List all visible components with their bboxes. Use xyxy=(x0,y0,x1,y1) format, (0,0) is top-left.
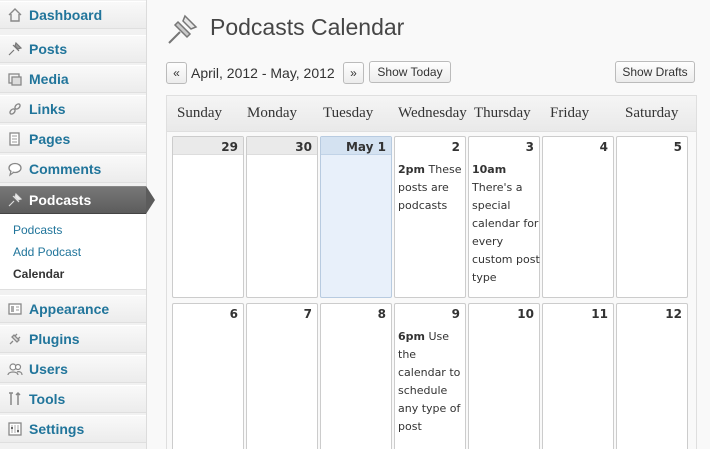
day-number: May 1 xyxy=(345,140,386,154)
pushpin-icon xyxy=(6,40,24,58)
day-number: 6 xyxy=(229,307,238,321)
menu-pages[interactable]: Pages xyxy=(0,125,146,153)
day-cell[interactable]: 3 10am There's a special calendar for eve… xyxy=(468,136,540,298)
day-number: 8 xyxy=(377,307,386,321)
day-cell[interactable]: 12 xyxy=(616,303,688,449)
day-cell[interactable]: 4 xyxy=(542,136,614,298)
day-cell-today[interactable]: May 1 xyxy=(320,136,392,298)
submenu-add-podcast[interactable]: Add Podcast xyxy=(13,245,81,259)
calendar-grid: Sunday Monday Tuesday Wednesday Thursday… xyxy=(166,95,697,449)
menu-plugins[interactable]: Plugins xyxy=(0,325,146,353)
day-cell[interactable]: 30 xyxy=(246,136,318,298)
links-icon xyxy=(6,100,24,118)
day-header-thursday: Thursday xyxy=(474,105,531,121)
menu-links-label: Links xyxy=(29,101,66,117)
menu-podcasts-label: Podcasts xyxy=(29,192,92,208)
submenu-calendar[interactable]: Calendar xyxy=(13,267,64,281)
day-number: 9 xyxy=(451,307,460,321)
menu-appearance-label: Appearance xyxy=(29,301,110,317)
menu-plugins-label: Plugins xyxy=(29,331,80,347)
show-today-button[interactable]: Show Today xyxy=(369,61,451,83)
day-cell[interactable]: 8 xyxy=(320,303,392,449)
menu-tools-label: Tools xyxy=(29,391,66,407)
day-header-saturday: Saturday xyxy=(625,105,679,121)
calendar-event[interactable]: 2pm These posts are podcasts xyxy=(398,161,466,215)
day-number: 3 xyxy=(525,140,534,154)
event-title: Use the calendar to schedule any type of… xyxy=(398,330,461,433)
menu-users[interactable]: Users xyxy=(0,355,146,383)
calendar-event[interactable]: 6pm Use the calendar to schedule any typ… xyxy=(398,328,466,436)
show-drafts-button[interactable]: Show Drafts xyxy=(615,61,695,83)
settings-icon xyxy=(6,420,24,438)
page-title: Podcasts Calendar xyxy=(210,14,405,40)
event-time: 6pm xyxy=(398,330,425,343)
menu-posts[interactable]: Posts xyxy=(0,35,146,63)
day-cell[interactable]: 7 xyxy=(246,303,318,449)
pages-icon xyxy=(6,130,24,148)
day-header-tuesday: Tuesday xyxy=(323,105,374,121)
menu-tools[interactable]: Tools xyxy=(0,385,146,413)
day-cell[interactable]: 29 xyxy=(172,136,244,298)
admin-sidebar: Dashboard Posts Media Links Pages Commen… xyxy=(0,0,155,449)
prev-month-button[interactable]: « xyxy=(166,62,187,84)
event-title: There's a special calendar for every cus… xyxy=(472,181,540,284)
day-cell[interactable]: 10 xyxy=(468,303,540,449)
day-number: 10 xyxy=(517,307,534,321)
calendar-event[interactable]: 10am There's a special calendar for every… xyxy=(472,161,540,287)
day-cell[interactable]: 2 2pm These posts are podcasts xyxy=(394,136,466,298)
day-number: 4 xyxy=(599,140,608,154)
menu-comments[interactable]: Comments xyxy=(0,155,146,183)
day-header-monday: Monday xyxy=(247,105,297,121)
calendar-header: Sunday Monday Tuesday Wednesday Thursday… xyxy=(167,96,696,132)
menu-comments-label: Comments xyxy=(29,161,102,177)
day-header-sunday: Sunday xyxy=(177,105,222,121)
day-cell[interactable]: 11 xyxy=(542,303,614,449)
menu-media-label: Media xyxy=(29,71,69,87)
menu-settings[interactable]: Settings xyxy=(0,415,146,443)
day-number: 11 xyxy=(591,307,608,321)
day-number: 7 xyxy=(303,307,312,321)
day-header-wednesday: Wednesday xyxy=(398,105,467,121)
submenu-podcasts[interactable]: Podcasts xyxy=(13,223,62,237)
menu-dashboard-label: Dashboard xyxy=(29,7,103,23)
comments-icon xyxy=(6,160,24,178)
users-icon xyxy=(6,360,24,378)
day-number: 30 xyxy=(295,140,312,154)
menu-pages-label: Pages xyxy=(29,131,71,147)
day-number: 5 xyxy=(673,140,682,154)
day-number: 29 xyxy=(221,140,238,154)
menu-posts-label: Posts xyxy=(29,41,68,57)
pushpin-icon xyxy=(166,12,200,46)
day-number: 12 xyxy=(665,307,682,321)
pushpin-icon xyxy=(6,191,24,209)
dashboard-icon xyxy=(6,6,24,24)
day-cell[interactable]: 6 xyxy=(172,303,244,449)
menu-media[interactable]: Media xyxy=(0,65,146,93)
wp-admin-screen: Dashboard Posts Media Links Pages Commen… xyxy=(0,0,710,449)
podcasts-submenu: Podcasts Add Podcast Calendar xyxy=(0,214,146,290)
day-number: 2 xyxy=(451,140,460,154)
date-range-label: April, 2012 - May, 2012 xyxy=(191,65,335,81)
day-cell[interactable]: 5 xyxy=(616,136,688,298)
event-time: 10am xyxy=(472,163,507,176)
menu-dashboard[interactable]: Dashboard xyxy=(0,1,146,29)
next-month-button[interactable]: » xyxy=(343,62,364,84)
tools-icon xyxy=(6,390,24,408)
appearance-icon xyxy=(6,300,24,318)
menu-settings-label: Settings xyxy=(29,421,85,437)
media-icon xyxy=(6,70,24,88)
menu-appearance[interactable]: Appearance xyxy=(0,295,146,323)
active-menu-arrow xyxy=(146,186,155,214)
menu-podcasts[interactable]: Podcasts xyxy=(0,186,146,214)
menu-links[interactable]: Links xyxy=(0,95,146,123)
menu-users-label: Users xyxy=(29,361,68,377)
plugins-icon xyxy=(6,330,24,348)
event-time: 2pm xyxy=(398,163,425,176)
day-header-friday: Friday xyxy=(550,105,590,121)
day-cell[interactable]: 9 6pm Use the calendar to schedule any t… xyxy=(394,303,466,449)
